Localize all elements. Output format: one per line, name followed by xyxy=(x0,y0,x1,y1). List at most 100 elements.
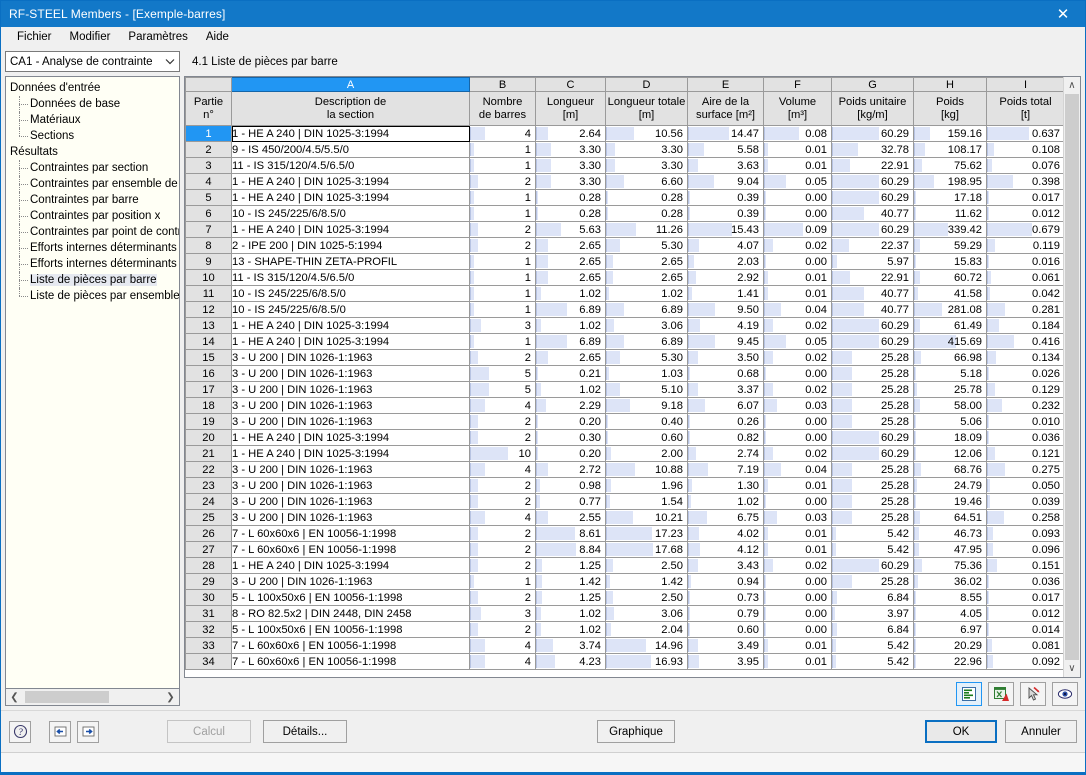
cell-vol[interactable]: 0.04 xyxy=(763,301,832,318)
cell-nb[interactable]: 2 xyxy=(469,173,536,190)
column-letter-D[interactable]: D xyxy=(605,77,688,92)
cell-vol[interactable]: 0.02 xyxy=(763,557,832,574)
tree-item-7[interactable]: Contraintes par barre xyxy=(6,192,179,208)
cell-poids[interactable]: 61.49 xyxy=(913,317,987,334)
table-row[interactable]: 31 8 - RO 82.5x2 | DIN 2448, DIN 2458 3 1.0… xyxy=(185,605,1063,622)
cell-lng[interactable]: 8.61 xyxy=(535,525,606,542)
table-row[interactable]: 29 3 - U 200 | DIN 1026-1:1963 1 1.42 1.42 0.… xyxy=(185,573,1063,590)
cell-pu[interactable]: 25.28 xyxy=(831,365,914,382)
view-visibility-icon[interactable] xyxy=(1051,682,1078,706)
cell-description[interactable]: 11 - IS 315/120/4.5/6.5/0 xyxy=(231,269,470,286)
cell-nb[interactable]: 2 xyxy=(469,589,536,606)
column-letter-B[interactable]: B xyxy=(469,77,536,92)
scroll-right-icon[interactable]: ❯ xyxy=(162,690,179,705)
cell-nb[interactable]: 1 xyxy=(469,141,536,158)
table-row[interactable]: 82 - IPE 200 | DIN 1025-5:1994 2 2.65 5.30 4… xyxy=(185,237,1063,254)
cell-poids[interactable]: 12.06 xyxy=(913,445,987,462)
cell-nb[interactable]: 1 xyxy=(469,253,536,270)
previous-icon[interactable] xyxy=(49,720,71,743)
table-row[interactable]: 17 3 - U 200 | DIN 1026-1:1963 5 1.02 5.10 3.… xyxy=(185,381,1063,398)
cell-poids[interactable]: 19.46 xyxy=(913,493,987,510)
cell-description[interactable]: 5 - L 100x50x6 | EN 10056-1:1998 xyxy=(231,589,470,606)
cell-lngt[interactable]: 2.65 xyxy=(605,253,688,270)
cell-poids[interactable]: 18.09 xyxy=(913,429,987,446)
cell-pu[interactable]: 3.97 xyxy=(831,605,914,622)
cell-lng[interactable]: 3.74 xyxy=(535,637,606,654)
cell-aire[interactable]: 6.07 xyxy=(687,397,764,414)
cell-pu[interactable]: 32.78 xyxy=(831,141,914,158)
table-row[interactable]: 26 7 - L 60x60x6 | EN 10056-1:1998 2 8.61 17… xyxy=(185,525,1063,542)
cell-description[interactable]: 3 - U 200 | DIN 1026-1:1963 xyxy=(231,477,470,494)
cell-aire[interactable]: 1.41 xyxy=(687,285,764,302)
cell-lng[interactable]: 1.25 xyxy=(535,589,606,606)
cell-pt[interactable]: 0.016 xyxy=(986,253,1063,270)
cell-vol[interactable]: 0.05 xyxy=(763,333,832,350)
cell-poids[interactable]: 25.78 xyxy=(913,381,987,398)
cell-pt[interactable]: 0.017 xyxy=(986,589,1063,606)
cell-aire[interactable]: 0.73 xyxy=(687,589,764,606)
cell-description[interactable]: 1 - HE A 240 | DIN 1025-3:1994 xyxy=(231,189,470,206)
cell-aire[interactable]: 6.75 xyxy=(687,509,764,526)
cell-pu[interactable]: 6.84 xyxy=(831,621,914,638)
tree-item-0[interactable]: Données d'entrée xyxy=(6,80,179,96)
table-row[interactable]: 24 3 - U 200 | DIN 1026-1:1963 2 0.77 1.54 1.… xyxy=(185,493,1063,510)
cell-poids[interactable]: 6.97 xyxy=(913,621,987,638)
cell-pu[interactable]: 25.28 xyxy=(831,349,914,366)
cell-pu[interactable]: 5.42 xyxy=(831,637,914,654)
cell-lngt[interactable]: 3.30 xyxy=(605,157,688,174)
cell-vol[interactable]: 0.01 xyxy=(763,541,832,558)
cell-lngt[interactable]: 11.26 xyxy=(605,221,688,238)
cell-description[interactable]: 3 - U 200 | DIN 1026-1:1963 xyxy=(231,493,470,510)
graphique-button[interactable]: Graphique xyxy=(597,720,675,743)
row-number-cell[interactable]: 21 xyxy=(185,445,232,462)
cell-lngt[interactable]: 1.42 xyxy=(605,573,688,590)
table-row[interactable]: 13 1 - HE A 240 | DIN 1025-3:1994 3 1.02 3.0… xyxy=(185,317,1063,334)
vscrollbar-track[interactable] xyxy=(1063,94,1080,660)
cell-description[interactable]: 1 - HE A 240 | DIN 1025-3:1994 xyxy=(231,317,470,334)
cell-aire[interactable]: 3.43 xyxy=(687,557,764,574)
cell-poids[interactable]: 415.69 xyxy=(913,333,987,350)
cell-lngt[interactable]: 3.06 xyxy=(605,317,688,334)
cell-lng[interactable]: 1.42 xyxy=(535,573,606,590)
cell-poids[interactable]: 47.95 xyxy=(913,541,987,558)
cell-lngt[interactable]: 10.88 xyxy=(605,461,688,478)
cell-lng[interactable]: 2.65 xyxy=(535,253,606,270)
column-letter-G[interactable]: G xyxy=(831,77,914,92)
tree-item-9[interactable]: Contraintes par point de contrainte xyxy=(6,224,179,240)
cell-pt[interactable]: 0.108 xyxy=(986,141,1063,158)
cell-description[interactable]: 10 - IS 245/225/6/8.5/0 xyxy=(231,205,470,222)
cell-nb[interactable]: 1 xyxy=(469,573,536,590)
cell-poids[interactable]: 17.18 xyxy=(913,189,987,206)
tree-item-12[interactable]: Liste de pièces par barre xyxy=(6,272,179,288)
cell-vol[interactable]: 0.00 xyxy=(763,253,832,270)
cell-description[interactable]: 3 - U 200 | DIN 1026-1:1963 xyxy=(231,397,470,414)
results-tree[interactable]: Données d'entrée Données de base Matériaux… xyxy=(5,76,180,689)
cell-aire[interactable]: 0.94 xyxy=(687,573,764,590)
cell-vol[interactable]: 0.02 xyxy=(763,237,832,254)
cell-nb[interactable]: 2 xyxy=(469,413,536,430)
cell-lng[interactable]: 1.02 xyxy=(535,621,606,638)
cell-aire[interactable]: 3.95 xyxy=(687,653,764,670)
row-number-cell[interactable]: 15 xyxy=(185,349,232,366)
cell-description[interactable]: 7 - L 60x60x6 | EN 10056-1:1998 xyxy=(231,525,470,542)
cell-poids[interactable]: 46.73 xyxy=(913,525,987,542)
cell-pt[interactable]: 0.134 xyxy=(986,349,1063,366)
cell-nb[interactable]: 2 xyxy=(469,525,536,542)
cell-poids[interactable]: 60.72 xyxy=(913,269,987,286)
table-row[interactable]: 12 10 - IS 245/225/6/8.5/0 1 6.89 6.89 9.50 0.… xyxy=(185,301,1063,318)
table-row[interactable]: 23 3 - U 200 | DIN 1026-1:1963 2 0.98 1.96 1.… xyxy=(185,477,1063,494)
cell-aire[interactable]: 0.68 xyxy=(687,365,764,382)
cell-lng[interactable]: 1.02 xyxy=(535,605,606,622)
cell-pu[interactable]: 22.37 xyxy=(831,237,914,254)
cell-lngt[interactable]: 5.30 xyxy=(605,237,688,254)
cell-poids[interactable]: 24.79 xyxy=(913,477,987,494)
cell-nb[interactable]: 2 xyxy=(469,493,536,510)
cell-description[interactable]: 1 - HE A 240 | DIN 1025-3:1994 xyxy=(231,333,470,350)
row-number-cell[interactable]: 32 xyxy=(185,621,232,638)
cell-lng[interactable]: 6.89 xyxy=(535,301,606,318)
cell-pt[interactable]: 0.275 xyxy=(986,461,1063,478)
cell-pt[interactable]: 0.398 xyxy=(986,173,1063,190)
cell-nb[interactable]: 4 xyxy=(469,637,536,654)
menu-item-paramtres[interactable]: Paramètres xyxy=(119,29,196,46)
cell-poids[interactable]: 15.83 xyxy=(913,253,987,270)
